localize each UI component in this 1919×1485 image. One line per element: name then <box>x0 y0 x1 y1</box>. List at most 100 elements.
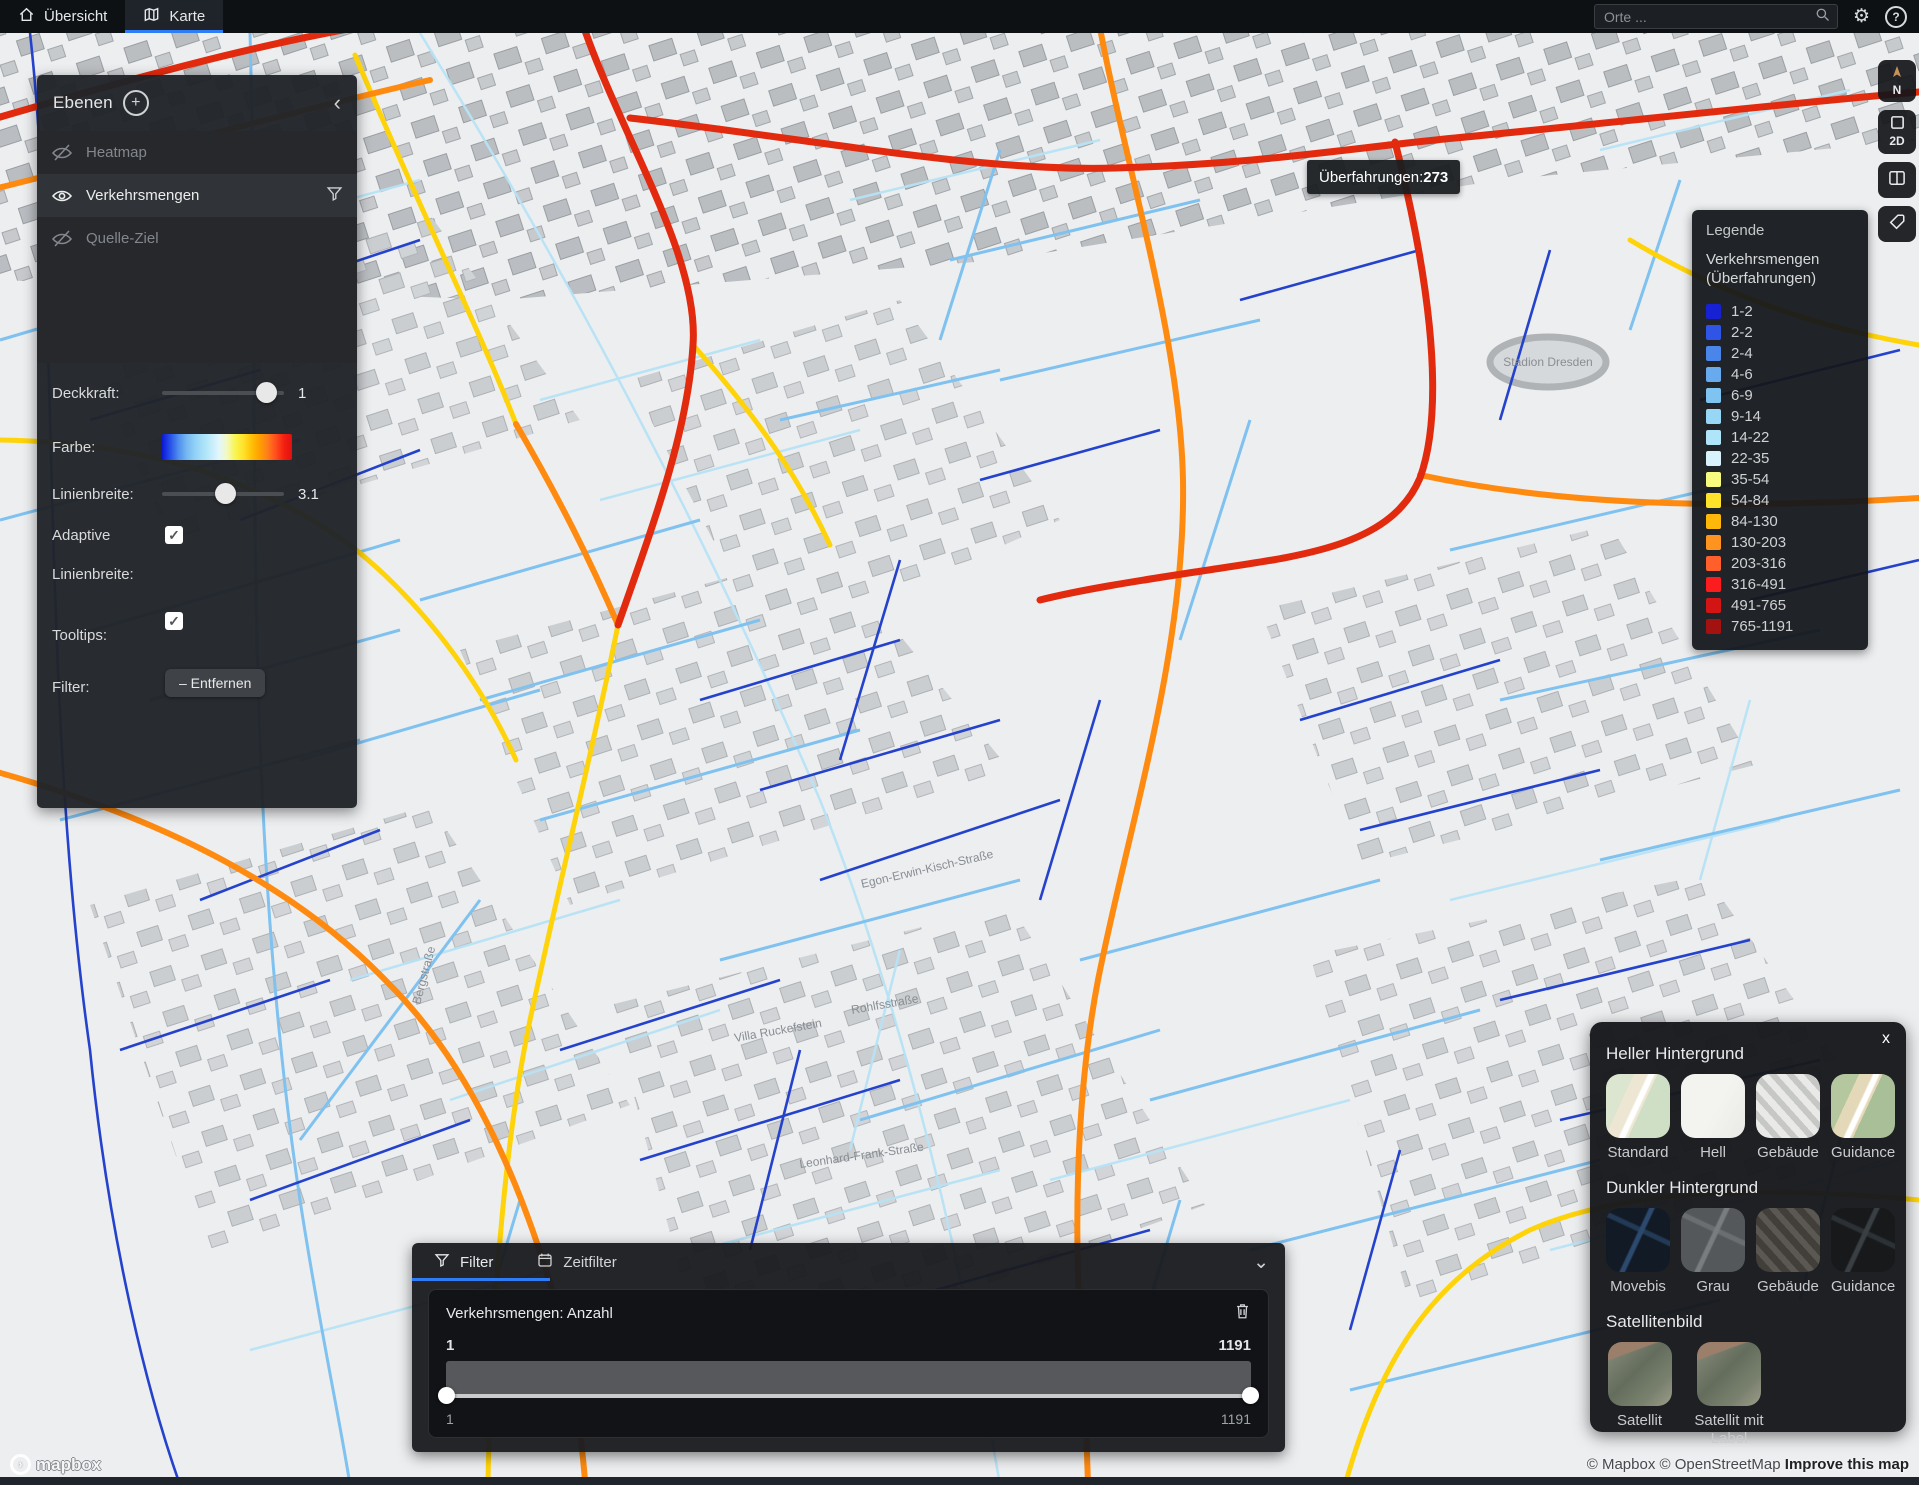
filter-slider-title: Verkehrsmengen: Anzahl <box>446 1305 613 1322</box>
bg-option-gebaeude-dunkel[interactable]: Gebäude <box>1756 1208 1820 1296</box>
tooltip-label: Überfahrungen: <box>1319 169 1423 186</box>
map-hover-tooltip: Überfahrungen:273 <box>1307 160 1460 194</box>
mode-2d-button[interactable]: 2D <box>1878 110 1916 154</box>
tab-uebersicht[interactable]: Übersicht <box>0 0 125 33</box>
legend-swatch <box>1706 346 1721 361</box>
bg-option-guidance-hell[interactable]: Guidance <box>1831 1074 1895 1162</box>
search-box[interactable] <box>1594 4 1838 29</box>
map-icon <box>143 6 160 27</box>
bg-option-satellit-mit-label[interactable]: Satellit mit Label <box>1684 1342 1774 1448</box>
range-brush-area[interactable] <box>446 1361 1251 1394</box>
layer-label: Quelle-Ziel <box>86 230 159 247</box>
gear-icon[interactable]: ⚙ <box>1853 7 1870 26</box>
layer-row-quelle-ziel[interactable]: Quelle-Ziel <box>37 217 357 260</box>
light-background-options: Standard Hell Gebäude Guidance <box>1606 1074 1890 1162</box>
tab-filter[interactable]: Filter <box>412 1243 515 1281</box>
active-tab-underline <box>412 1278 550 1281</box>
legend-item: 765-1191 <box>1706 616 1854 637</box>
map-style-thumbnail[interactable] <box>1606 1074 1670 1138</box>
osm-attribution-link[interactable]: © OpenStreetMap <box>1660 1456 1781 1473</box>
chevron-down-icon[interactable]: ⌄ <box>1253 1251 1285 1274</box>
map-style-thumbnail[interactable] <box>1606 1208 1670 1272</box>
range-handle-min[interactable] <box>438 1387 455 1404</box>
mapbox-logo[interactable]: › mapbox <box>10 1454 101 1475</box>
adaptive-linewidth-checkbox[interactable] <box>165 526 183 544</box>
filter-remove-button[interactable]: – Entfernen <box>165 669 265 697</box>
map-style-thumbnail[interactable] <box>1831 1074 1895 1138</box>
close-icon[interactable]: x <box>1882 1030 1890 1048</box>
bg-option-grau[interactable]: Grau <box>1681 1208 1745 1296</box>
map-style-thumbnail[interactable] <box>1831 1208 1895 1272</box>
labels-toggle-button[interactable] <box>1878 206 1916 242</box>
legend-swatch <box>1706 430 1721 445</box>
eye-off-icon[interactable] <box>51 228 73 250</box>
improve-map-link[interactable]: Improve this map <box>1785 1456 1909 1473</box>
layer-row-heatmap[interactable]: Heatmap <box>37 131 357 174</box>
split-view-icon <box>1888 170 1906 191</box>
color-ramp[interactable] <box>162 434 292 460</box>
bg-option-movebis[interactable]: Movebis <box>1606 1208 1670 1296</box>
search-input[interactable] <box>1602 8 1815 26</box>
tab-label: Filter <box>460 1254 493 1271</box>
range-min-label: 1 <box>446 1337 454 1354</box>
map-style-thumbnail[interactable] <box>1697 1342 1761 1406</box>
range-slider-track[interactable] <box>446 1394 1251 1398</box>
split-view-button[interactable] <box>1878 162 1916 198</box>
eye-off-icon[interactable] <box>51 142 73 164</box>
collapse-panel-icon[interactable]: ‹ <box>334 92 341 114</box>
legend-swatch <box>1706 325 1721 340</box>
legend-items: 1-2 2-2 2-4 4-6 6-9 9-14 14-22 22-35 35-… <box>1706 301 1854 637</box>
help-icon[interactable]: ? <box>1885 6 1907 28</box>
tab-karte[interactable]: Karte <box>125 0 223 33</box>
opacity-slider[interactable] <box>162 391 284 395</box>
map-style-thumbnail[interactable] <box>1756 1208 1820 1272</box>
background-chooser-panel: x Heller Hintergrund Standard Hell Gebäu… <box>1590 1022 1906 1432</box>
compass-button[interactable]: N <box>1878 60 1916 102</box>
filter-slider-card: Verkehrsmengen: Anzahl 1 1191 1 1191 <box>428 1289 1269 1438</box>
tab-label: Zeitfilter <box>563 1254 616 1271</box>
layer-list: Heatmap Verkehrsmengen Quelle-Ziel <box>37 131 357 363</box>
bg-option-hell[interactable]: Hell <box>1681 1074 1745 1162</box>
map-style-thumbnail[interactable] <box>1756 1074 1820 1138</box>
layers-panel-title: Ebenen <box>53 93 113 113</box>
selected-max-label: 1191 <box>1221 1411 1251 1427</box>
bg-option-guidance-dunkel[interactable]: Guidance <box>1831 1208 1895 1296</box>
map-style-thumbnail[interactable] <box>1681 1074 1745 1138</box>
legend-swatch <box>1706 535 1721 550</box>
filter-panel: Filter Zeitfilter ⌄ Verkehrsmengen: Anza… <box>412 1243 1285 1452</box>
layer-filter-funnel-icon[interactable] <box>326 185 343 206</box>
trash-icon[interactable] <box>1234 1302 1251 1325</box>
legend-swatch <box>1706 409 1721 424</box>
tooltips-checkbox[interactable] <box>165 612 183 630</box>
top-navigation-bar: Übersicht Karte ⚙ ? <box>0 0 1919 33</box>
legend-swatch <box>1706 304 1721 319</box>
legend-swatch <box>1706 451 1721 466</box>
linewidth-slider[interactable] <box>162 492 284 496</box>
legend-item: 84-130 <box>1706 511 1854 532</box>
add-layer-icon[interactable]: + <box>123 90 149 116</box>
range-max-label: 1191 <box>1218 1337 1251 1354</box>
legend-swatch <box>1706 514 1721 529</box>
satellite-background-options: Satellit Satellit mit Label <box>1606 1342 1890 1448</box>
layer-row-verkehrsmengen[interactable]: Verkehrsmengen <box>37 174 357 217</box>
linewidth-slider-thumb[interactable] <box>215 483 236 504</box>
tooltip-value: 273 <box>1423 169 1448 186</box>
legend-title: Legende <box>1706 222 1854 239</box>
layer-label: Verkehrsmengen <box>86 187 199 204</box>
search-icon[interactable] <box>1815 7 1830 27</box>
legend-swatch <box>1706 493 1721 508</box>
legend-swatch <box>1706 577 1721 592</box>
map-style-thumbnail[interactable] <box>1608 1342 1672 1406</box>
bg-option-gebaeude-hell[interactable]: Gebäude <box>1756 1074 1820 1162</box>
bg-option-satellit[interactable]: Satellit <box>1606 1342 1673 1448</box>
opacity-slider-thumb[interactable] <box>256 382 277 403</box>
bg-option-standard[interactable]: Standard <box>1606 1074 1670 1162</box>
map-style-thumbnail[interactable] <box>1681 1208 1745 1272</box>
mapbox-attribution-link[interactable]: © Mapbox <box>1587 1456 1656 1473</box>
tab-zeitfilter[interactable]: Zeitfilter <box>515 1243 638 1281</box>
dark-background-options: Movebis Grau Gebäude Guidance <box>1606 1208 1890 1296</box>
eye-icon[interactable] <box>51 185 73 207</box>
legend-subtitle: Verkehrsmengen (Überfahrungen) <box>1706 251 1854 289</box>
topbar-right-group: ⚙ ? <box>1594 0 1919 33</box>
range-handle-max[interactable] <box>1242 1387 1259 1404</box>
